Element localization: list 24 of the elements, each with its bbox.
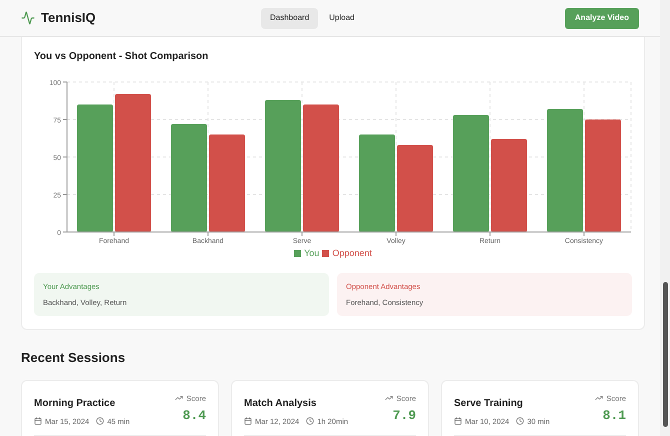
score-value: 8.4 xyxy=(182,406,206,425)
trend-up-icon xyxy=(385,394,394,402)
activity-icon xyxy=(21,11,35,25)
session-title: Morning Practice xyxy=(34,396,116,410)
session-title: Serve Training xyxy=(454,396,524,410)
legend-label: Opponent xyxy=(332,247,372,260)
calendar-icon xyxy=(34,417,42,426)
nav-tab[interactable]: Dashboard xyxy=(261,8,318,28)
calendar-icon xyxy=(454,417,462,426)
trend-up-icon xyxy=(175,394,184,402)
score-value: 7.9 xyxy=(392,406,416,425)
card-title: You vs Opponent - Shot Comparison xyxy=(34,50,210,64)
trend-up-icon xyxy=(595,394,604,402)
section-title: Recent Sessions xyxy=(21,349,126,367)
clock-icon xyxy=(306,417,314,426)
clock-icon xyxy=(516,417,524,426)
score-value: 8.1 xyxy=(602,406,626,425)
nav-tab[interactable]: Upload xyxy=(320,8,364,28)
legend-label: You xyxy=(304,247,320,260)
session-title: Match Analysis xyxy=(244,396,318,410)
calendar-icon xyxy=(244,417,252,426)
clock-icon xyxy=(96,417,104,426)
scrollbar[interactable] xyxy=(660,0,670,436)
brand-name: TennisIQ xyxy=(41,9,96,28)
